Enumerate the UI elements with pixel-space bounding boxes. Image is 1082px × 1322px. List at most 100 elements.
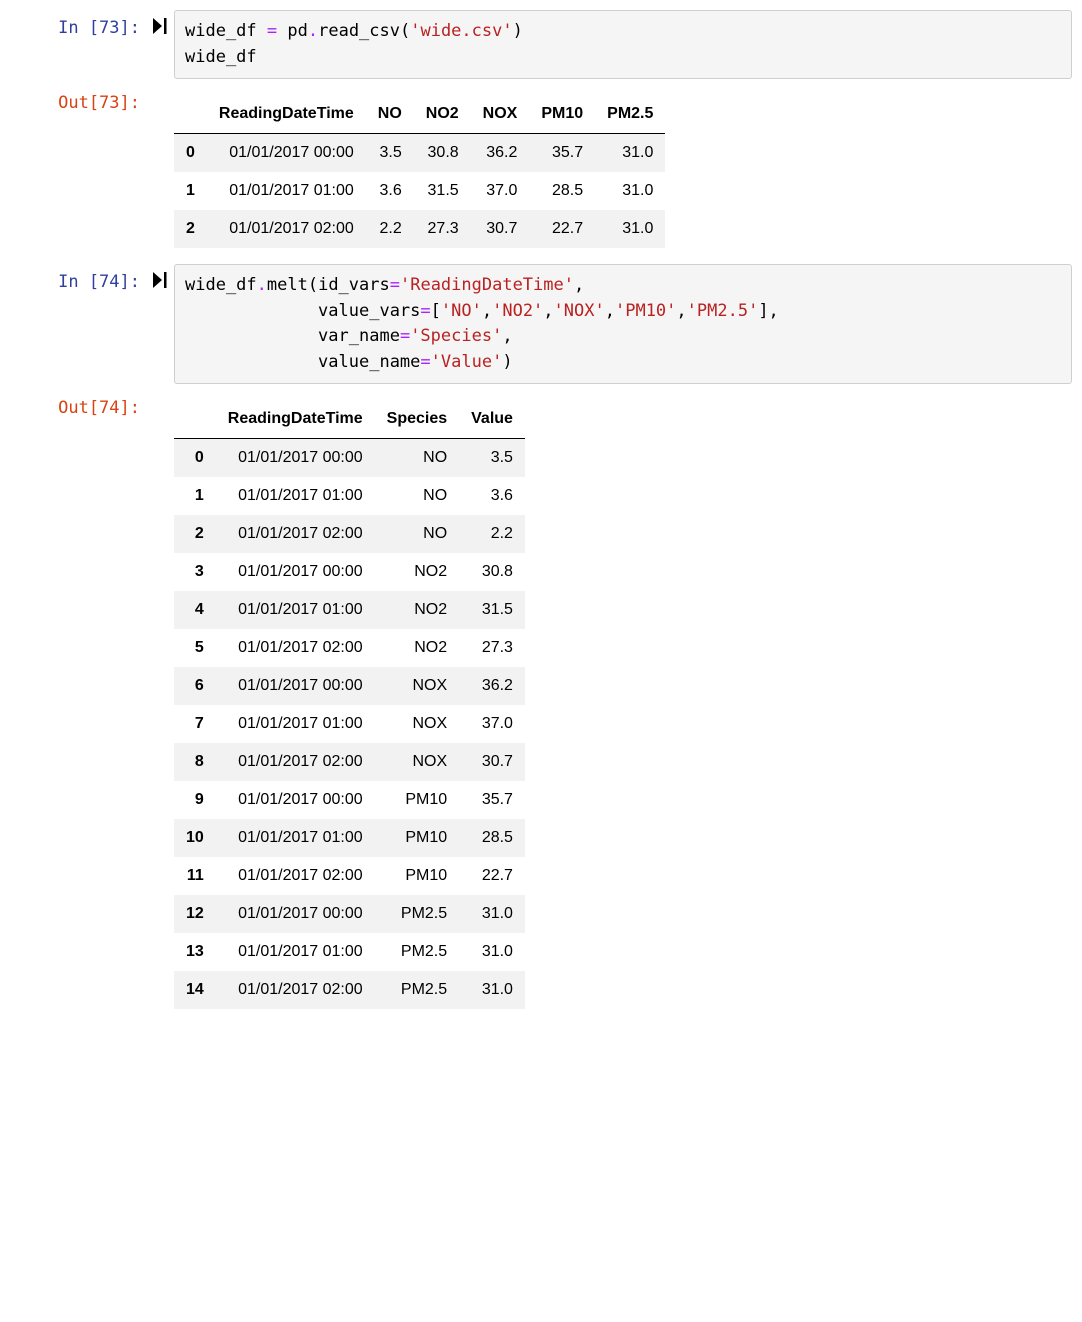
code-token: 'PM10' <box>615 301 676 321</box>
table-cell: 01/01/2017 02:00 <box>207 210 366 248</box>
code-token: 'Value' <box>431 352 503 372</box>
table-row: 001/01/2017 00:003.530.836.235.731.0 <box>174 134 665 173</box>
table-cell: 01/01/2017 00:00 <box>216 439 375 478</box>
table-row: 901/01/2017 00:00PM1035.7 <box>174 781 525 819</box>
table-cell: 01/01/2017 02:00 <box>216 857 375 895</box>
spacer <box>146 85 174 258</box>
table-cell: NOX <box>375 743 459 781</box>
table-cell: 31.0 <box>459 971 525 1009</box>
table-cell: 01/01/2017 01:00 <box>216 591 375 629</box>
table-cell: 31.0 <box>595 134 665 173</box>
column-header: PM10 <box>529 95 595 134</box>
table-cell: 31.0 <box>595 210 665 248</box>
table-cell: 01/01/2017 02:00 <box>216 743 375 781</box>
output-prompt: Out[74]: <box>10 390 146 1019</box>
table-cell: PM10 <box>375 857 459 895</box>
table-cell: NOX <box>375 705 459 743</box>
table-row: 201/01/2017 02:002.227.330.722.731.0 <box>174 210 665 248</box>
table-cell: 31.0 <box>595 172 665 210</box>
row-index: 9 <box>174 781 216 819</box>
run-cell-icon[interactable] <box>146 264 174 384</box>
table-cell: 01/01/2017 00:00 <box>216 667 375 705</box>
row-index: 2 <box>174 515 216 553</box>
code-token: 'wide.csv' <box>410 21 512 41</box>
table-row: 401/01/2017 01:00NO231.5 <box>174 591 525 629</box>
table-cell: 30.8 <box>414 134 471 173</box>
row-index: 1 <box>174 172 207 210</box>
output-cell: Out[73]:ReadingDateTimeNONO2NOXPM10PM2.5… <box>10 85 1072 258</box>
code-token: , <box>605 301 615 321</box>
code-token: 'NO' <box>441 301 482 321</box>
input-cell: In [73]:wide_df = pd.read_csv('wide.csv'… <box>10 10 1072 79</box>
table-cell: 36.2 <box>459 667 525 705</box>
row-index: 4 <box>174 591 216 629</box>
column-header: NO <box>366 95 414 134</box>
table-cell: 3.5 <box>366 134 414 173</box>
code-token: , <box>543 301 553 321</box>
table-cell: 31.5 <box>414 172 471 210</box>
code-token: = <box>267 21 277 41</box>
table-cell: NO <box>375 515 459 553</box>
table-cell: NO <box>375 439 459 478</box>
row-index: 0 <box>174 134 207 173</box>
row-index: 7 <box>174 705 216 743</box>
code-token: , <box>482 301 492 321</box>
row-index: 14 <box>174 971 216 1009</box>
table-cell: 01/01/2017 00:00 <box>216 781 375 819</box>
table-cell: 30.7 <box>471 210 530 248</box>
table-cell: 35.7 <box>529 134 595 173</box>
row-index: 2 <box>174 210 207 248</box>
table-cell: 01/01/2017 01:00 <box>207 172 366 210</box>
column-header: ReadingDateTime <box>216 400 375 439</box>
output-prompt: Out[73]: <box>10 85 146 258</box>
table-cell: 36.2 <box>471 134 530 173</box>
table-cell: 2.2 <box>366 210 414 248</box>
table-cell: 31.5 <box>459 591 525 629</box>
row-index: 0 <box>174 439 216 478</box>
column-header: NO2 <box>414 95 471 134</box>
table-cell: NO2 <box>375 553 459 591</box>
dataframe-output: ReadingDateTimeNONO2NOXPM10PM2.5001/01/2… <box>174 95 665 248</box>
table-cell: 01/01/2017 01:00 <box>216 819 375 857</box>
table-cell: PM2.5 <box>375 895 459 933</box>
code-token: melt(id_vars <box>267 275 390 295</box>
table-row: 1301/01/2017 01:00PM2.531.0 <box>174 933 525 971</box>
input-prompt: In [74]: <box>10 264 146 384</box>
dataframe-output: ReadingDateTimeSpeciesValue001/01/2017 0… <box>174 400 525 1009</box>
table-row: 501/01/2017 02:00NO227.3 <box>174 629 525 667</box>
code-token: = <box>400 326 410 346</box>
code-token: 'ReadingDateTime' <box>400 275 574 295</box>
code-token: 'NO2' <box>492 301 543 321</box>
table-row: 101/01/2017 01:00NO3.6 <box>174 477 525 515</box>
table-cell: 01/01/2017 00:00 <box>216 895 375 933</box>
table-cell: 37.0 <box>471 172 530 210</box>
table-row: 1001/01/2017 01:00PM1028.5 <box>174 819 525 857</box>
table-cell: 01/01/2017 02:00 <box>216 629 375 667</box>
row-index: 8 <box>174 743 216 781</box>
row-index: 5 <box>174 629 216 667</box>
table-cell: NO2 <box>375 629 459 667</box>
row-index: 12 <box>174 895 216 933</box>
code-input[interactable]: wide_df.melt(id_vars='ReadingDateTime', … <box>174 264 1072 384</box>
table-row: 301/01/2017 00:00NO230.8 <box>174 553 525 591</box>
table-cell: NO2 <box>375 591 459 629</box>
run-cell-icon[interactable] <box>146 10 174 79</box>
code-token: wide_df <box>185 21 267 41</box>
code-input[interactable]: wide_df = pd.read_csv('wide.csv') wide_d… <box>174 10 1072 79</box>
table-cell: 27.3 <box>459 629 525 667</box>
table-row: 101/01/2017 01:003.631.537.028.531.0 <box>174 172 665 210</box>
table-row: 601/01/2017 00:00NOX36.2 <box>174 667 525 705</box>
table-cell: 30.7 <box>459 743 525 781</box>
table-row: 701/01/2017 01:00NOX37.0 <box>174 705 525 743</box>
table-cell: 01/01/2017 01:00 <box>216 705 375 743</box>
table-row: 1101/01/2017 02:00PM1022.7 <box>174 857 525 895</box>
table-row: 1401/01/2017 02:00PM2.531.0 <box>174 971 525 1009</box>
column-header: NOX <box>471 95 530 134</box>
output-cell: Out[74]:ReadingDateTimeSpeciesValue001/0… <box>10 390 1072 1019</box>
table-row: 1201/01/2017 00:00PM2.531.0 <box>174 895 525 933</box>
column-header: PM2.5 <box>595 95 665 134</box>
code-token: . <box>257 275 267 295</box>
column-header: Value <box>459 400 525 439</box>
code-token: wide_df <box>185 275 257 295</box>
code-token: = <box>420 301 430 321</box>
